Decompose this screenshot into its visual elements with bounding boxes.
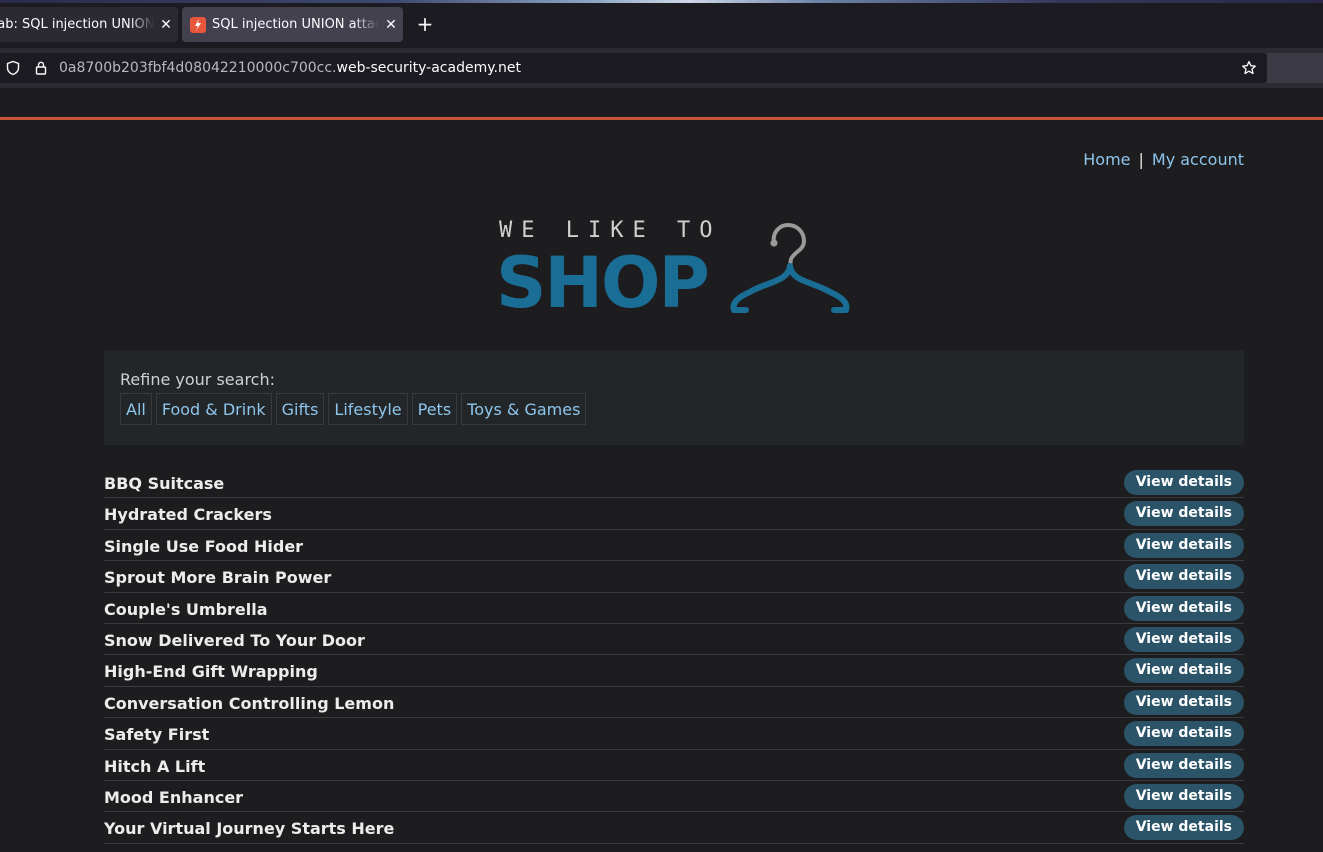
logo-wordmark: SHOP [496,242,710,324]
refine-search-label: Refine your search: [120,370,275,389]
product-name: Couple's Umbrella [104,599,268,619]
product-row: Couple's Umbrella View details [104,593,1244,624]
home-link[interactable]: Home [1083,150,1130,169]
product-name: Your Virtual Journey Starts Here [104,819,395,839]
browser-navbar: 0a8700b203fbf4d08042210000c700cc.web-sec… [0,48,1323,88]
url-text[interactable]: 0a8700b203fbf4d08042210000c700cc.web-sec… [59,60,521,76]
filter-all[interactable]: All [120,393,152,425]
product-name: Single Use Food Hider [104,536,304,556]
product-row: Snow Delivered To Your Door View details [104,624,1244,656]
product-name: Conversation Controlling Lemon [104,693,395,713]
lock-icon[interactable] [33,60,49,76]
filter-food-drink[interactable]: Food & Drink [155,393,272,425]
url-domain: web-security-academy.net [336,60,521,76]
lab-header-strip [0,88,1323,117]
view-details-button[interactable]: View details [1123,564,1244,590]
portswigger-favicon-icon [190,16,206,33]
header-accent-bar [0,117,1323,120]
clothes-hanger-icon [730,222,850,313]
filter-pets[interactable]: Pets [411,393,458,425]
address-bar[interactable]: 0a8700b203fbf4d08042210000c700cc.web-sec… [0,53,1267,83]
browser-tab-active[interactable]: SQL injection UNION attack, determining … [182,7,403,42]
view-details-button[interactable]: View details [1123,721,1244,747]
view-details-button[interactable]: View details [1123,689,1244,715]
product-row: Single Use Food Hider View details [104,530,1244,562]
tab-title: Lab: SQL injection UNION attack, determi… [0,17,154,32]
product-name: Hitch A Lift [104,756,206,776]
view-details-button[interactable]: View details [1123,815,1244,841]
filter-gifts[interactable]: Gifts [275,393,325,425]
product-name: BBQ Suitcase [104,474,225,493]
view-details-button[interactable]: View details [1123,532,1244,558]
view-details-button[interactable]: View details [1123,783,1244,809]
product-row: Safety First View details [104,718,1244,750]
nav-separator: | [1138,150,1144,169]
product-name: Sprout More Brain Power [104,568,332,588]
product-name: Snow Delivered To Your Door [104,630,365,650]
view-details-button[interactable]: View details [1123,595,1244,621]
product-list: BBQ Suitcase View details Hydrated Crack… [104,467,1244,844]
browser-tab-inactive[interactable]: Lab: SQL injection UNION attack, determi… [0,7,178,42]
tab-close-icon[interactable]: ✕ [379,17,403,33]
product-row: Hitch A Lift View details [104,750,1244,781]
product-name: Safety First [104,725,210,745]
product-name: High-End Gift Wrapping [104,662,318,682]
tabstrip-background-decoration [0,0,1323,3]
tab-close-icon[interactable]: ✕ [154,17,178,33]
bookmark-star-icon[interactable] [1241,60,1257,76]
product-row: Your Virtual Journey Starts Here View de… [104,812,1244,844]
tab-title-container: SQL injection UNION attack, determining … [212,17,379,32]
product-row: Conversation Controlling Lemon View deta… [104,687,1244,719]
filter-toys-games[interactable]: Toys & Games [461,393,587,425]
shop-logo: WE LIKE TO SHOP [496,218,856,324]
product-row: High-End Gift Wrapping View details [104,655,1244,687]
filter-lifestyle[interactable]: Lifestyle [328,393,408,425]
product-row: Sprout More Brain Power View details [104,561,1244,593]
search-filters-panel: Refine your search: All Food & Drink Gif… [104,350,1244,445]
new-tab-icon[interactable]: + [413,13,437,37]
view-details-button[interactable]: View details [1123,658,1244,684]
my-account-link[interactable]: My account [1152,150,1244,169]
category-filters: All Food & Drink Gifts Lifestyle Pets To… [120,393,587,425]
view-details-button[interactable]: View details [1123,752,1244,778]
tracking-protection-shield-icon[interactable] [5,60,21,76]
view-details-button[interactable]: View details [1123,501,1244,527]
toolbar-extension-area [1267,53,1323,83]
product-row: BBQ Suitcase View details [104,467,1244,499]
tab-title: SQL injection UNION attack, determining … [212,17,379,32]
product-name: Hydrated Crackers [104,505,272,525]
product-row: Hydrated Crackers View details [104,498,1244,530]
browser-tabstrip: Lab: SQL injection UNION attack, determi… [0,0,1323,48]
view-details-button[interactable]: View details [1123,626,1244,652]
product-row: Mood Enhancer View details [104,781,1244,813]
view-details-button[interactable]: View details [1123,470,1244,495]
top-nav: Home | My account [1083,150,1244,169]
url-subdomain: 0a8700b203fbf4d08042210000c700cc. [59,60,337,76]
product-name: Mood Enhancer [104,787,244,807]
tab-title-container: Lab: SQL injection UNION attack, determi… [0,17,154,32]
